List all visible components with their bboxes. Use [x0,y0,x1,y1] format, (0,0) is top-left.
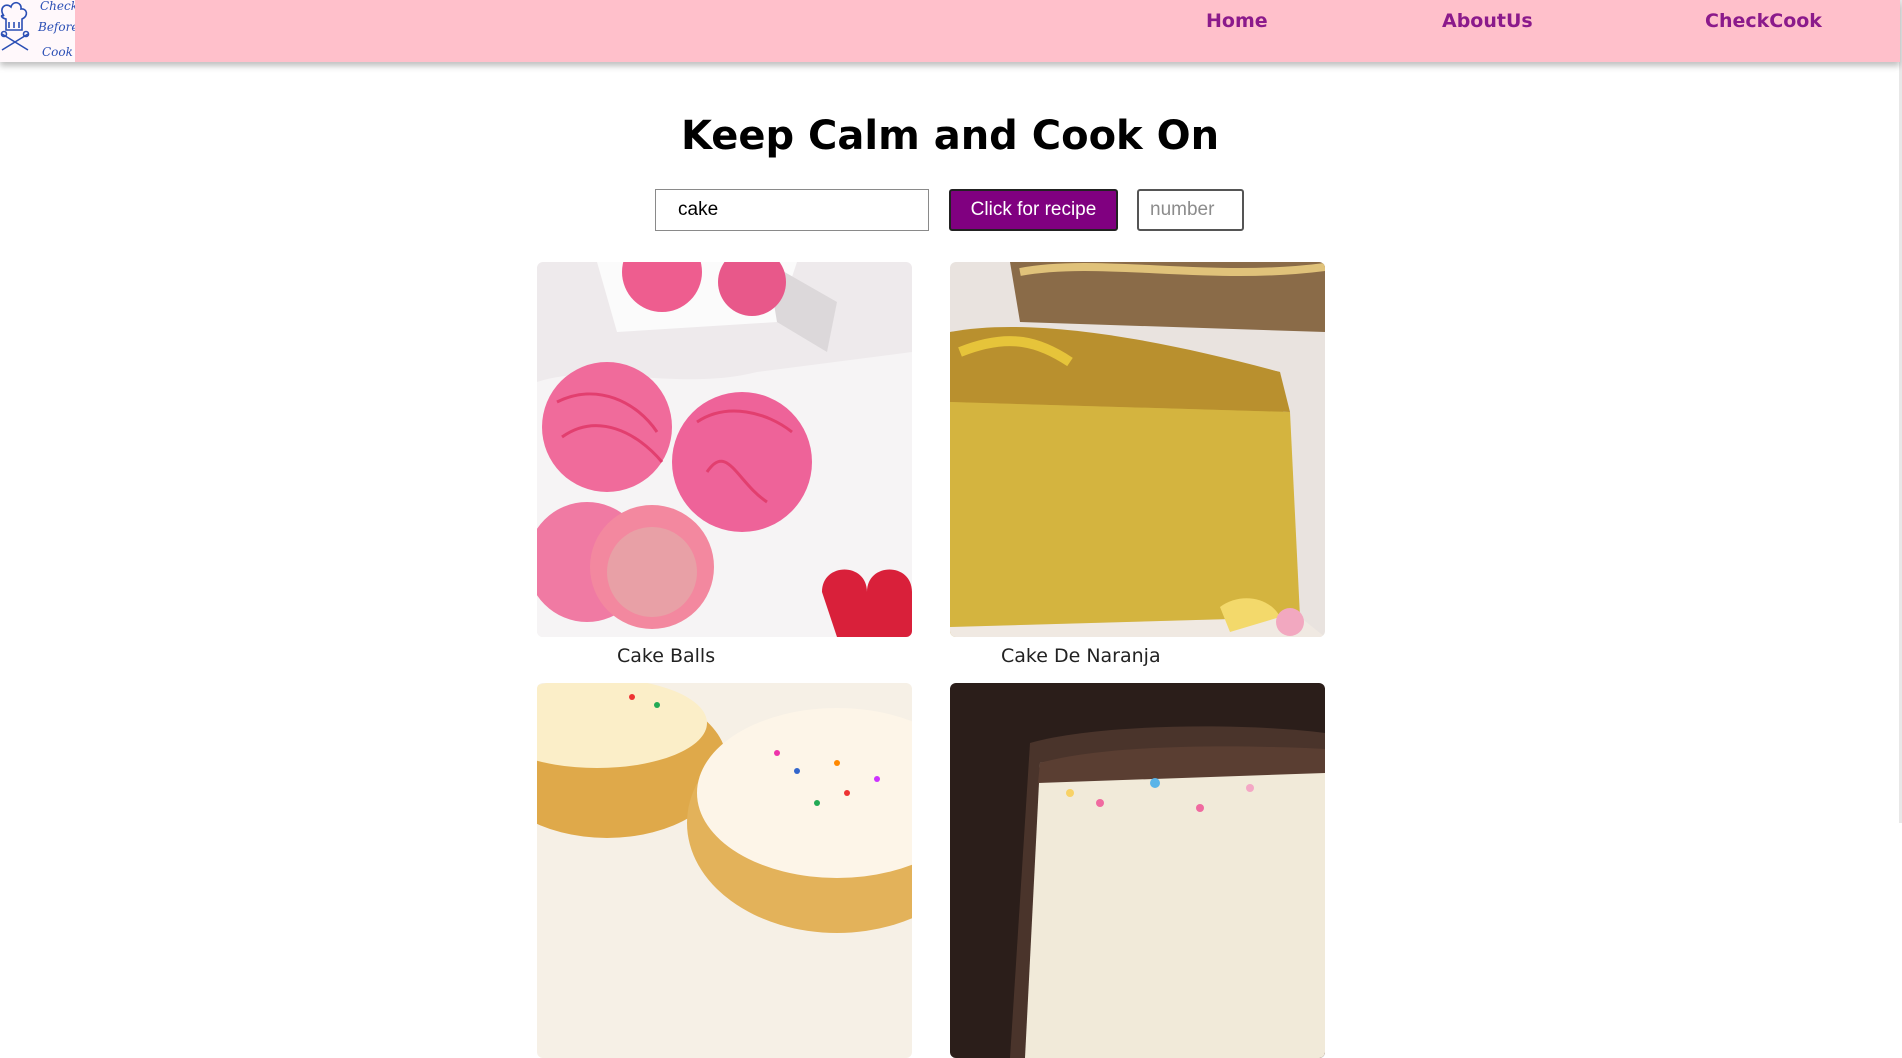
recipe-card[interactable]: Cake Balls [537,262,912,667]
recipe-card[interactable] [950,683,1325,1058]
svg-text:Check: Check [40,0,75,13]
recipe-image[interactable] [950,683,1325,1058]
recipe-name: Cake Balls [617,645,716,667]
search-input[interactable] [655,189,929,231]
recipe-image[interactable] [950,262,1325,637]
navbar: Check Before Cook Home AboutUs CheckCook [0,0,1900,62]
recipe-card[interactable]: Cake De Naranja [950,262,1325,667]
get-recipe-button[interactable]: Click for recipe [949,189,1118,231]
nav-link-home[interactable]: Home [1206,10,1268,32]
chef-hat-logo-icon: Check Before Cook [0,0,75,59]
recipe-image[interactable] [537,262,912,637]
svg-text:Cook: Cook [42,45,73,59]
svg-text:Before: Before [37,20,75,34]
brand-logo[interactable]: Check Before Cook [0,0,75,62]
nav-link-aboutus[interactable]: AboutUs [1442,10,1533,32]
recipe-image[interactable] [537,683,912,1058]
recipe-card[interactable] [537,683,912,1058]
page-title: Keep Calm and Cook On [680,113,1220,159]
recipe-name: Cake De Naranja [1001,645,1161,667]
number-input[interactable] [1137,189,1244,231]
nav-link-checkcook[interactable]: CheckCook [1705,10,1822,32]
